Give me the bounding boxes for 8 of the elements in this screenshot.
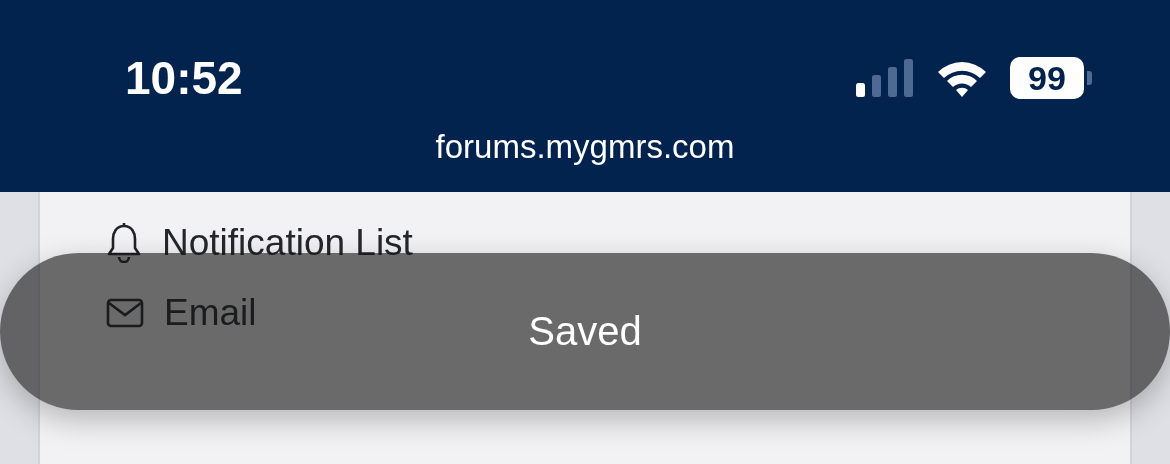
bell-icon (106, 223, 142, 263)
address-bar-url[interactable]: forums.mygmrs.com (435, 128, 735, 166)
wifi-icon (936, 59, 988, 97)
battery-indicator: 99 (1010, 57, 1092, 99)
menu-item[interactable]: Notification List (162, 222, 413, 264)
envelope-icon (106, 297, 144, 329)
signal-icon (856, 59, 914, 97)
status-time: 10:52 (125, 51, 243, 105)
